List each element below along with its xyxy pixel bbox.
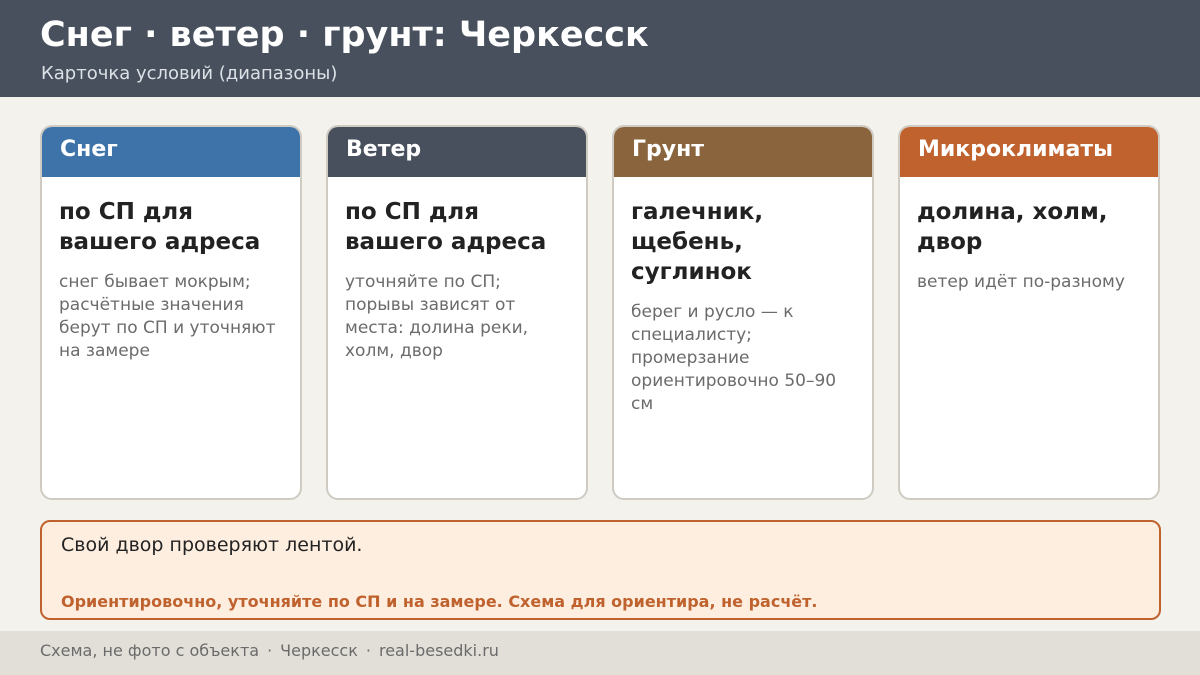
note-text: Свой двор проверяют лентой. xyxy=(61,534,363,556)
card-main-value: галечник, щебень, суглинок xyxy=(631,199,764,285)
disclaimer-text: Ориентировочно, уточняйте по СП и на зам… xyxy=(61,592,818,611)
card-soil: Грунт галечник, щебень, суглинок берег и… xyxy=(612,125,874,500)
card-description: берег и русло — к специалисту; промерзан… xyxy=(631,302,837,414)
page-subtitle: Карточка условий (диапазоны) xyxy=(41,63,338,84)
footer-site-link[interactable]: real-besedki.ru xyxy=(379,641,499,660)
footer-row: Схема, не фото с объекта · Черкесск · real-b… xyxy=(40,641,499,660)
card-main-value: долина, холм, двор xyxy=(917,199,1108,255)
card-main-value: по СП для вашего адреса xyxy=(59,199,261,255)
card-heading: Микроклиматы xyxy=(900,127,1158,177)
card-microclimates: Микроклиматы долина, холм, двор ветер ид… xyxy=(898,125,1160,500)
footer-separator: · xyxy=(365,641,371,660)
page-title: Снег · ветер · грунт: Черкесск xyxy=(40,15,649,55)
card-snow: Снег по СП для вашего адреса снег бывает… xyxy=(40,125,302,500)
note-box: Свой двор проверяют лентой. Ориентировоч… xyxy=(40,520,1161,620)
header-banner: Снег · ветер · грунт: Черкесск Карточка … xyxy=(0,0,1200,97)
card-main-value: по СП для вашего адреса xyxy=(345,199,547,255)
card-description: ветер идёт по-разному xyxy=(917,272,1125,292)
card-wind: Ветер по СП для вашего адреса уточняйте … xyxy=(326,125,588,500)
footer-caption: Схема, не фото с объекта xyxy=(40,641,260,660)
footer-separator: · xyxy=(267,641,273,660)
card-description: уточняйте по СП; порывы зависят от места… xyxy=(345,272,529,361)
card-heading: Снег xyxy=(42,127,300,177)
footer-city: Черкесск xyxy=(280,641,358,660)
footer-bar: Схема, не фото с объекта · Черкесск · real-b… xyxy=(0,631,1200,675)
card-heading: Грунт xyxy=(614,127,872,177)
card-description: снег бывает мокрым; расчётные значения б… xyxy=(59,272,276,361)
card-heading: Ветер xyxy=(328,127,586,177)
